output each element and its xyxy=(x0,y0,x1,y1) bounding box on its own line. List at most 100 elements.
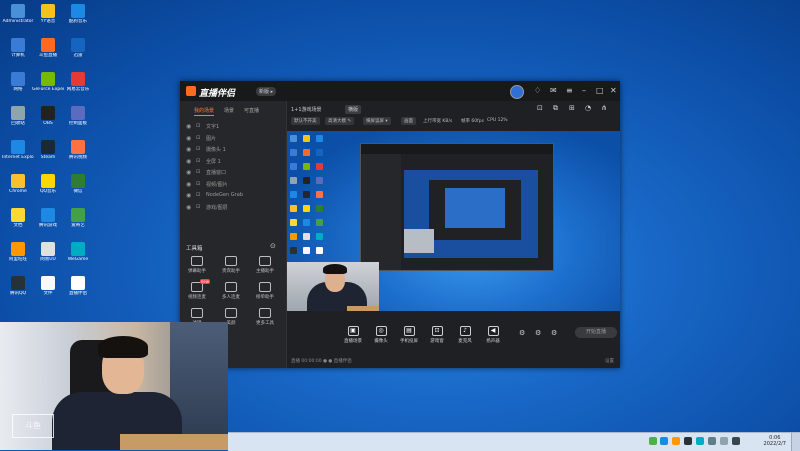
bottom-tool-button[interactable]: ◀ 扬声器 xyxy=(479,326,507,344)
filter-chip[interactable]: 默认不开美 xyxy=(291,117,320,125)
eye-icon[interactable]: ◉ xyxy=(186,135,191,142)
desktop-icon[interactable]: 控制面板 xyxy=(62,106,94,126)
desktop-icon[interactable]: 酷狗音乐 xyxy=(62,4,94,24)
close-icon[interactable]: ✕ xyxy=(610,86,617,95)
mail-icon[interactable]: ✉ xyxy=(550,86,557,95)
desktop-icon[interactable]: 腾讯QQ xyxy=(2,276,34,296)
app-titlebar[interactable]: 直播伴侣 新版 ▸ ♢ ✉ ≡ – □ ✕ xyxy=(180,81,620,101)
filter-chip[interactable]: 高清大模 ✎ xyxy=(325,117,355,125)
tray-app-icon[interactable] xyxy=(660,437,669,445)
eye-icon[interactable]: ◉ xyxy=(186,169,191,176)
lock-icon[interactable]: ⊡ xyxy=(196,158,200,164)
lock-icon[interactable]: ⊡ xyxy=(196,123,200,129)
desktop-icon[interactable]: 网易云音乐 xyxy=(62,72,94,92)
layout-icon[interactable]: ⧉ xyxy=(553,104,558,113)
lock-icon[interactable]: ⊡ xyxy=(196,204,200,210)
tab-my-scenes[interactable]: 我的场景 xyxy=(194,107,215,116)
lock-icon[interactable]: ⊡ xyxy=(537,104,543,112)
menu-icon[interactable]: ≡ xyxy=(566,86,573,95)
eye-icon[interactable]: ◉ xyxy=(186,192,191,199)
taskbar-clock[interactable]: 0:06 2022/2/7 xyxy=(764,435,786,447)
eye-icon[interactable]: ◉ xyxy=(186,158,191,165)
desktop-icon[interactable]: 回收站 xyxy=(2,106,34,126)
shirt-icon[interactable]: ♢ xyxy=(534,86,541,95)
lock-icon[interactable]: ⊡ xyxy=(196,192,200,198)
scene-source-item[interactable]: ◉ ⊡ 游戏/图层 xyxy=(184,202,282,213)
desktop-icon[interactable]: 腾讯视频 xyxy=(62,140,94,160)
desktop-icon[interactable]: 迅雷 xyxy=(62,38,94,58)
bell-icon[interactable]: ◔ xyxy=(585,104,591,112)
settings-icon[interactable]: ⚙ xyxy=(551,329,557,337)
desktop-icon[interactable]: OBS xyxy=(32,106,64,126)
scene-source-item[interactable]: ◉ ⊡ 全屏 1 xyxy=(184,156,282,167)
version-badge[interactable]: 新版 ▸ xyxy=(256,87,277,96)
desktop-icon[interactable]: Steam xyxy=(32,140,64,160)
desktop-icon[interactable]: 网易UU xyxy=(32,242,64,262)
lock-icon[interactable]: ⊡ xyxy=(196,169,200,175)
share-icon[interactable]: ⋔ xyxy=(601,104,607,112)
toolbox-tool-button[interactable]: 多人连麦 xyxy=(218,282,244,304)
desktop-icon[interactable]: 斗鱼直播 xyxy=(32,38,64,58)
tray-app-icon[interactable] xyxy=(696,437,705,445)
toolbox-tool-button[interactable]: 更多工具 xyxy=(252,308,278,330)
tab-live[interactable]: 可直播 xyxy=(244,107,259,114)
scene-source-item[interactable]: ◉ ⊡ 直播窗口 xyxy=(184,167,282,178)
show-desktop-button[interactable] xyxy=(791,433,800,451)
toolbox-tool-button[interactable]: 弹幕助手 xyxy=(184,256,210,278)
desktop-icon[interactable]: GeForce Experience xyxy=(32,72,64,92)
tray-app-icon[interactable] xyxy=(672,437,681,445)
desktop-icon[interactable]: QQ音乐 xyxy=(32,174,64,194)
eye-icon[interactable]: ◉ xyxy=(186,204,191,211)
grid-icon[interactable]: ⊞ xyxy=(569,104,575,112)
desktop-icon[interactable]: 文件 xyxy=(32,276,64,296)
desktop-icon[interactable]: 微信 xyxy=(62,174,94,194)
tab-scenes[interactable]: 场景 xyxy=(224,107,234,114)
toolbox-tool-button[interactable]: 主播助手 xyxy=(252,256,278,278)
desktop-icon[interactable]: 腾讯游戏 xyxy=(32,208,64,228)
desktop-icon[interactable]: 阿里旺旺 xyxy=(2,242,34,262)
toolbox-tool-button[interactable]: 榜单助手 xyxy=(252,282,278,304)
desktop-icon[interactable]: Internet Explorer xyxy=(2,140,34,160)
minimize-icon[interactable]: – xyxy=(582,86,586,95)
desktop-icon[interactable]: 爱奇艺 xyxy=(62,208,94,228)
scene-source-item[interactable]: ◉ ⊡ NodeGen Grab xyxy=(184,190,282,201)
lock-icon[interactable]: ⊡ xyxy=(196,181,200,187)
bottom-tool-button[interactable]: ▣ 直播场景 xyxy=(339,326,367,344)
tray-app-icon[interactable] xyxy=(684,437,693,445)
desktop-icon[interactable]: 文档 xyxy=(2,208,34,228)
bottom-tool-button[interactable]: ◎ 摄像头 xyxy=(367,326,395,344)
scene-source-item[interactable]: ◉ ⊡ 摄像头 1 xyxy=(184,144,282,155)
desktop-icon[interactable]: WeGame xyxy=(62,242,94,262)
desktop-icon[interactable]: 直播伴侣 xyxy=(62,276,94,296)
start-live-button[interactable]: 开始直播 xyxy=(575,327,617,338)
network-icon[interactable] xyxy=(708,437,717,445)
record-icon[interactable]: ⚙ xyxy=(519,329,525,337)
preview-webcam-overlay[interactable] xyxy=(287,262,379,311)
desktop-icon[interactable]: 计算机 xyxy=(2,38,34,58)
desktop-icon[interactable]: 网络 xyxy=(2,72,34,92)
desktop-icon[interactable]: YY语音 xyxy=(32,4,64,24)
lock-icon[interactable]: ⊡ xyxy=(196,146,200,152)
scene-tag[interactable]: 横版 xyxy=(345,105,362,114)
bottom-tool-button[interactable]: ♪ 麦克风 xyxy=(451,326,479,344)
stream-preview-canvas[interactable] xyxy=(287,131,620,311)
eye-icon[interactable]: ◉ xyxy=(186,123,191,130)
volume-icon[interactable] xyxy=(720,437,729,445)
scene-source-item[interactable]: ◉ ⊡ 图片 xyxy=(184,133,282,144)
screenshot-icon[interactable]: ⚙ xyxy=(535,329,541,337)
tray-app-icon[interactable] xyxy=(648,437,657,445)
settings-link[interactable]: 设置 xyxy=(605,358,614,364)
maximize-icon[interactable]: □ xyxy=(596,86,604,95)
toolbox-tool-button[interactable]: 视频连麦 new xyxy=(184,279,210,304)
eye-icon[interactable]: ◉ xyxy=(186,146,191,153)
toolbox-tool-button[interactable]: 贵宾助手 xyxy=(218,256,244,278)
lock-icon[interactable]: ⊡ xyxy=(196,135,200,141)
eye-icon[interactable]: ◉ xyxy=(186,181,191,188)
desktop-icon[interactable]: Administrator xyxy=(2,4,34,24)
filter-chip[interactable]: 画面 xyxy=(401,117,416,125)
toolbox-settings-icon[interactable]: ⊙ xyxy=(270,242,276,250)
scene-source-item[interactable]: ◉ ⊡ 视频/图片 xyxy=(184,179,282,190)
bottom-tool-button[interactable]: ▤ 手机投屏 xyxy=(395,326,423,344)
user-avatar[interactable] xyxy=(510,85,524,99)
desktop-icon[interactable]: Chrome xyxy=(2,174,34,194)
